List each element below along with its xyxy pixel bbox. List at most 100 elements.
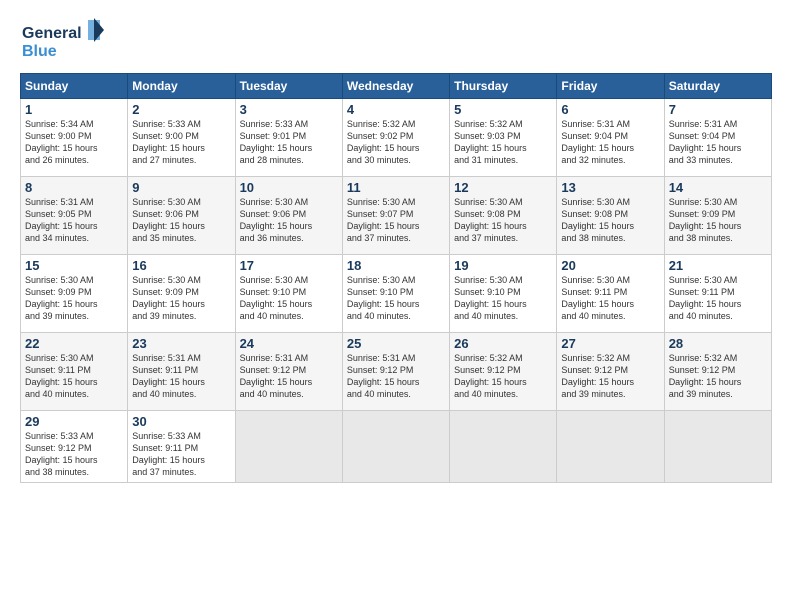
table-row <box>664 411 771 483</box>
day-number: 20 <box>561 258 659 273</box>
day-number: 7 <box>669 102 767 117</box>
day-number: 6 <box>561 102 659 117</box>
cell-details: Sunrise: 5:30 AMSunset: 9:10 PMDaylight:… <box>240 274 338 323</box>
cell-details: Sunrise: 5:30 AMSunset: 9:06 PMDaylight:… <box>240 196 338 245</box>
table-row: 9Sunrise: 5:30 AMSunset: 9:06 PMDaylight… <box>128 177 235 255</box>
table-row <box>342 411 449 483</box>
day-number: 15 <box>25 258 123 273</box>
table-row: 11Sunrise: 5:30 AMSunset: 9:07 PMDayligh… <box>342 177 449 255</box>
cell-details: Sunrise: 5:30 AMSunset: 9:11 PMDaylight:… <box>25 352 123 401</box>
svg-text:Blue: Blue <box>22 43 57 60</box>
table-row: 19Sunrise: 5:30 AMSunset: 9:10 PMDayligh… <box>450 255 557 333</box>
cell-details: Sunrise: 5:30 AMSunset: 9:09 PMDaylight:… <box>25 274 123 323</box>
col-thursday: Thursday <box>450 74 557 99</box>
day-number: 3 <box>240 102 338 117</box>
cell-details: Sunrise: 5:31 AMSunset: 9:04 PMDaylight:… <box>561 118 659 167</box>
page: General Blue Sunday Monday Tuesday Wedne… <box>0 0 792 612</box>
day-number: 5 <box>454 102 552 117</box>
day-number: 8 <box>25 180 123 195</box>
col-sunday: Sunday <box>21 74 128 99</box>
table-row: 24Sunrise: 5:31 AMSunset: 9:12 PMDayligh… <box>235 333 342 411</box>
header: General Blue <box>20 18 772 63</box>
cell-details: Sunrise: 5:31 AMSunset: 9:11 PMDaylight:… <box>132 352 230 401</box>
day-number: 30 <box>132 414 230 429</box>
table-row: 26Sunrise: 5:32 AMSunset: 9:12 PMDayligh… <box>450 333 557 411</box>
day-number: 29 <box>25 414 123 429</box>
calendar-week-3: 15Sunrise: 5:30 AMSunset: 9:09 PMDayligh… <box>21 255 772 333</box>
col-monday: Monday <box>128 74 235 99</box>
table-row: 1Sunrise: 5:34 AMSunset: 9:00 PMDaylight… <box>21 99 128 177</box>
table-row: 2Sunrise: 5:33 AMSunset: 9:00 PMDaylight… <box>128 99 235 177</box>
cell-details: Sunrise: 5:30 AMSunset: 9:08 PMDaylight:… <box>561 196 659 245</box>
table-row: 18Sunrise: 5:30 AMSunset: 9:10 PMDayligh… <box>342 255 449 333</box>
day-number: 12 <box>454 180 552 195</box>
day-number: 22 <box>25 336 123 351</box>
day-number: 2 <box>132 102 230 117</box>
day-number: 18 <box>347 258 445 273</box>
cell-details: Sunrise: 5:30 AMSunset: 9:07 PMDaylight:… <box>347 196 445 245</box>
col-friday: Friday <box>557 74 664 99</box>
col-saturday: Saturday <box>664 74 771 99</box>
cell-details: Sunrise: 5:30 AMSunset: 9:11 PMDaylight:… <box>669 274 767 323</box>
cell-details: Sunrise: 5:30 AMSunset: 9:06 PMDaylight:… <box>132 196 230 245</box>
table-row: 6Sunrise: 5:31 AMSunset: 9:04 PMDaylight… <box>557 99 664 177</box>
table-row <box>557 411 664 483</box>
day-number: 11 <box>347 180 445 195</box>
table-row: 4Sunrise: 5:32 AMSunset: 9:02 PMDaylight… <box>342 99 449 177</box>
table-row: 25Sunrise: 5:31 AMSunset: 9:12 PMDayligh… <box>342 333 449 411</box>
cell-details: Sunrise: 5:31 AMSunset: 9:12 PMDaylight:… <box>240 352 338 401</box>
cell-details: Sunrise: 5:30 AMSunset: 9:09 PMDaylight:… <box>669 196 767 245</box>
table-row: 5Sunrise: 5:32 AMSunset: 9:03 PMDaylight… <box>450 99 557 177</box>
table-row: 13Sunrise: 5:30 AMSunset: 9:08 PMDayligh… <box>557 177 664 255</box>
cell-details: Sunrise: 5:32 AMSunset: 9:03 PMDaylight:… <box>454 118 552 167</box>
day-number: 21 <box>669 258 767 273</box>
day-number: 1 <box>25 102 123 117</box>
table-row: 23Sunrise: 5:31 AMSunset: 9:11 PMDayligh… <box>128 333 235 411</box>
cell-details: Sunrise: 5:32 AMSunset: 9:02 PMDaylight:… <box>347 118 445 167</box>
table-row: 15Sunrise: 5:30 AMSunset: 9:09 PMDayligh… <box>21 255 128 333</box>
day-number: 4 <box>347 102 445 117</box>
table-row: 16Sunrise: 5:30 AMSunset: 9:09 PMDayligh… <box>128 255 235 333</box>
day-number: 24 <box>240 336 338 351</box>
cell-details: Sunrise: 5:32 AMSunset: 9:12 PMDaylight:… <box>669 352 767 401</box>
table-row: 20Sunrise: 5:30 AMSunset: 9:11 PMDayligh… <box>557 255 664 333</box>
table-row: 22Sunrise: 5:30 AMSunset: 9:11 PMDayligh… <box>21 333 128 411</box>
table-row: 30Sunrise: 5:33 AMSunset: 9:11 PMDayligh… <box>128 411 235 483</box>
cell-details: Sunrise: 5:31 AMSunset: 9:12 PMDaylight:… <box>347 352 445 401</box>
day-number: 26 <box>454 336 552 351</box>
day-number: 28 <box>669 336 767 351</box>
day-number: 17 <box>240 258 338 273</box>
cell-details: Sunrise: 5:31 AMSunset: 9:04 PMDaylight:… <box>669 118 767 167</box>
day-number: 19 <box>454 258 552 273</box>
calendar-week-5: 29Sunrise: 5:33 AMSunset: 9:12 PMDayligh… <box>21 411 772 483</box>
table-row: 14Sunrise: 5:30 AMSunset: 9:09 PMDayligh… <box>664 177 771 255</box>
table-row: 8Sunrise: 5:31 AMSunset: 9:05 PMDaylight… <box>21 177 128 255</box>
table-row: 29Sunrise: 5:33 AMSunset: 9:12 PMDayligh… <box>21 411 128 483</box>
day-number: 25 <box>347 336 445 351</box>
day-number: 27 <box>561 336 659 351</box>
cell-details: Sunrise: 5:33 AMSunset: 9:12 PMDaylight:… <box>25 430 123 479</box>
table-row: 12Sunrise: 5:30 AMSunset: 9:08 PMDayligh… <box>450 177 557 255</box>
cell-details: Sunrise: 5:33 AMSunset: 9:11 PMDaylight:… <box>132 430 230 479</box>
col-wednesday: Wednesday <box>342 74 449 99</box>
calendar-week-2: 8Sunrise: 5:31 AMSunset: 9:05 PMDaylight… <box>21 177 772 255</box>
table-row: 27Sunrise: 5:32 AMSunset: 9:12 PMDayligh… <box>557 333 664 411</box>
day-number: 16 <box>132 258 230 273</box>
table-row: 17Sunrise: 5:30 AMSunset: 9:10 PMDayligh… <box>235 255 342 333</box>
cell-details: Sunrise: 5:33 AMSunset: 9:00 PMDaylight:… <box>132 118 230 167</box>
cell-details: Sunrise: 5:30 AMSunset: 9:10 PMDaylight:… <box>347 274 445 323</box>
logo-svg: General Blue <box>20 18 110 63</box>
table-row: 21Sunrise: 5:30 AMSunset: 9:11 PMDayligh… <box>664 255 771 333</box>
svg-text:General: General <box>22 25 82 42</box>
cell-details: Sunrise: 5:33 AMSunset: 9:01 PMDaylight:… <box>240 118 338 167</box>
cell-details: Sunrise: 5:30 AMSunset: 9:09 PMDaylight:… <box>132 274 230 323</box>
day-number: 14 <box>669 180 767 195</box>
table-row: 3Sunrise: 5:33 AMSunset: 9:01 PMDaylight… <box>235 99 342 177</box>
calendar-week-4: 22Sunrise: 5:30 AMSunset: 9:11 PMDayligh… <box>21 333 772 411</box>
logo: General Blue <box>20 18 110 63</box>
cell-details: Sunrise: 5:30 AMSunset: 9:08 PMDaylight:… <box>454 196 552 245</box>
day-number: 9 <box>132 180 230 195</box>
cell-details: Sunrise: 5:31 AMSunset: 9:05 PMDaylight:… <box>25 196 123 245</box>
cell-details: Sunrise: 5:30 AMSunset: 9:11 PMDaylight:… <box>561 274 659 323</box>
calendar-week-1: 1Sunrise: 5:34 AMSunset: 9:00 PMDaylight… <box>21 99 772 177</box>
